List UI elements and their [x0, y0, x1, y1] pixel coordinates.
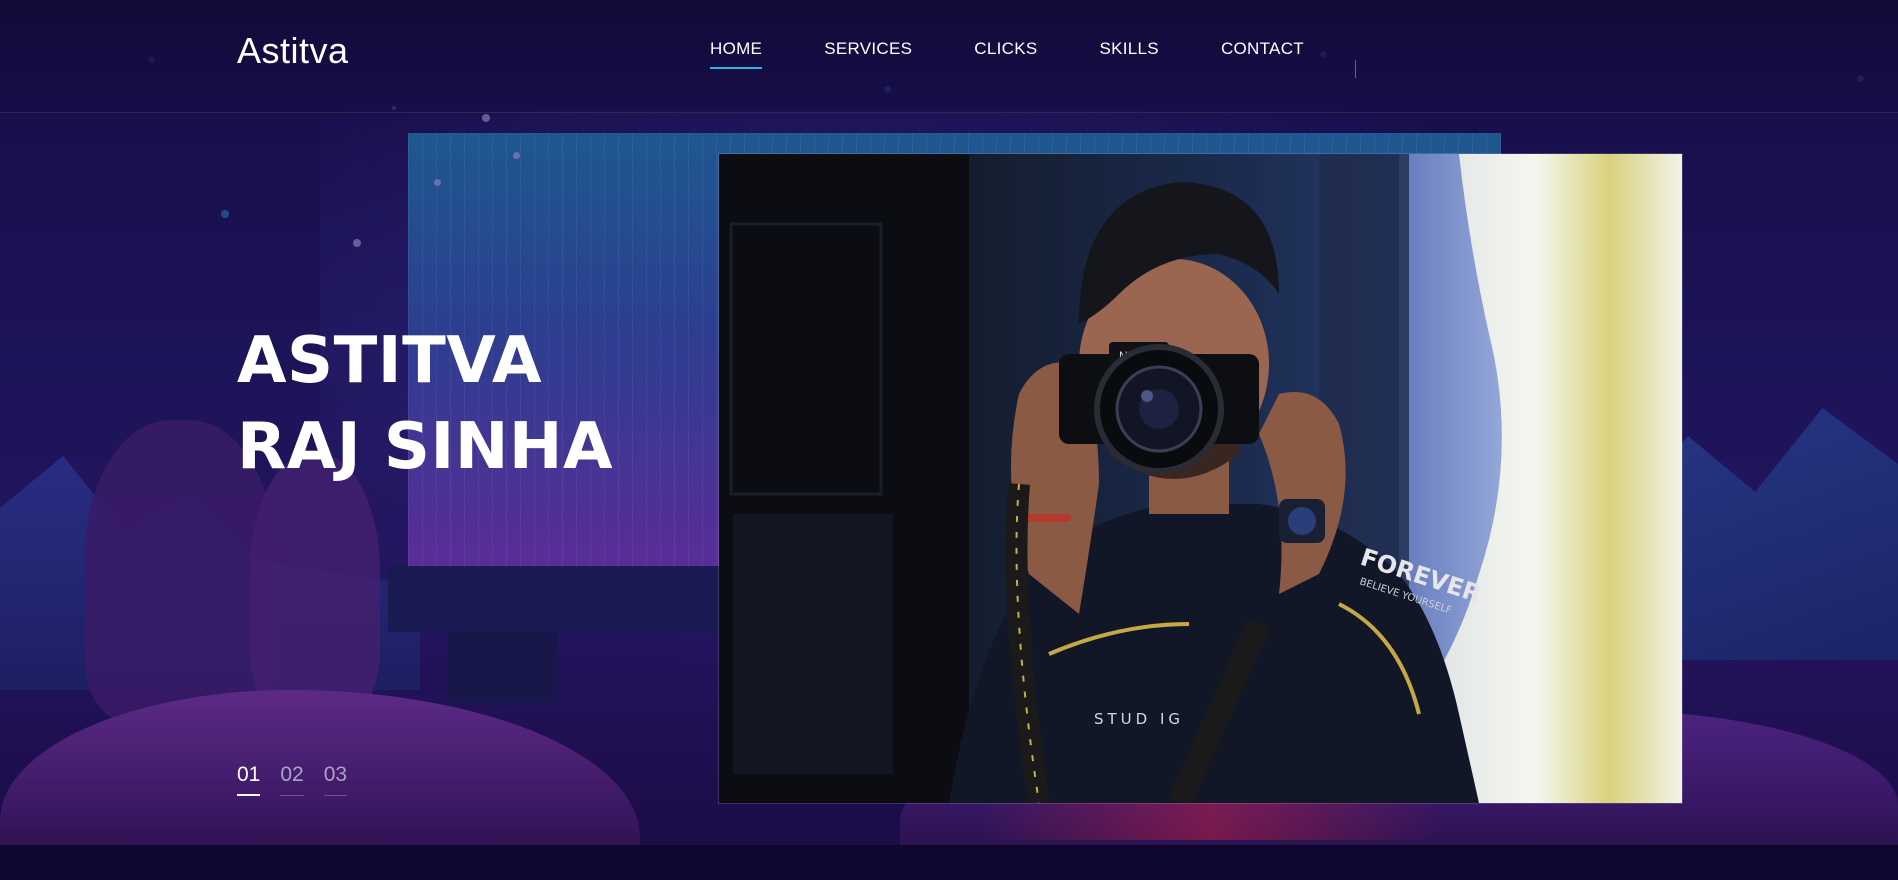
nav-item-skills[interactable]: SKILLS	[1100, 39, 1159, 69]
hero-title-line: ASTITVA	[237, 324, 542, 398]
star	[513, 152, 520, 159]
nav-divider	[1355, 60, 1356, 78]
silhouette-figure	[250, 455, 380, 715]
nav-item-clicks[interactable]: CLICKS	[974, 39, 1037, 69]
car-taillight	[980, 800, 1440, 840]
page: Astitva HOME SERVICES CLICKS SKILLS CONT…	[0, 0, 1898, 880]
main-nav: HOME SERVICES CLICKS SKILLS CONTACT	[710, 39, 1366, 69]
nav-item-home[interactable]: HOME	[710, 39, 763, 69]
hero-title-line: RAJ SINHA	[237, 410, 613, 484]
hero-photo: Nikon FOREVER BELIEVE YOURSELF STUD IG	[719, 154, 1682, 803]
pager-item[interactable]: 01	[237, 763, 261, 796]
ground-strip	[0, 845, 1898, 880]
cinema-stand	[448, 632, 558, 702]
nav-item-contact[interactable]: CONTACT	[1221, 39, 1304, 69]
hero-pager: 01 02 03	[237, 763, 348, 796]
cinema-base	[388, 566, 748, 632]
pager-item[interactable]: 03	[323, 763, 348, 796]
star	[434, 179, 441, 186]
star	[221, 210, 229, 218]
svg-text:STUD IG: STUD IG	[1094, 710, 1184, 728]
pager-item[interactable]: 02	[280, 763, 304, 796]
star	[482, 114, 490, 122]
photographer-photo: Nikon FOREVER BELIEVE YOURSELF STUD IG	[719, 154, 1682, 803]
hero-title: ASTITVA RAJ SINHA	[237, 318, 613, 490]
brand-logo[interactable]: Astitva	[237, 30, 349, 72]
star	[353, 239, 361, 247]
site-header: Astitva HOME SERVICES CLICKS SKILLS CONT…	[0, 0, 1898, 113]
nav-item-services[interactable]: SERVICES	[824, 39, 912, 69]
